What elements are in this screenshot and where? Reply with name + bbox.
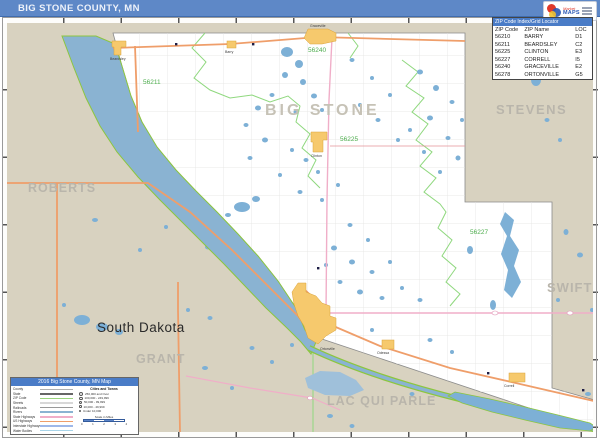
legend-cities-column: Cities and Towns 250,000 and Over 100,00… [75, 387, 133, 433]
grid-ruler-right [593, 23, 598, 432]
zip-table-row: 56278 ORTONVILLE G5 [493, 72, 592, 80]
legend-symbols-column: County State ZIP Code Streets Railroads … [13, 387, 75, 433]
title-bar: BIG STONE COUNTY, MN [0, 0, 600, 17]
zip-table-row: 56211 BEARDSLEY C2 [493, 42, 592, 50]
legend-swatch [40, 421, 73, 423]
legend-swatch [40, 402, 73, 404]
town-correll [509, 373, 525, 382]
town-graceville [304, 29, 336, 44]
town-odessa [382, 340, 394, 349]
legend-swatch [40, 389, 73, 391]
zip-table-header: ZIP Code Index/Grid Locator [493, 18, 592, 26]
logo-tagline-lines [582, 7, 592, 15]
scale-bar: Scale in Miles 0 1 2 3 4 [75, 415, 133, 426]
zip-index-table: ZIP Code Index/Grid Locator ZIP Code ZIP… [492, 17, 593, 80]
legend-swatch [40, 398, 73, 400]
page-title: BIG STONE COUNTY, MN [0, 3, 140, 14]
legend-swatch [40, 416, 73, 418]
grid-ruler-left [2, 23, 7, 432]
city-dot-icon [79, 405, 82, 408]
legend-swatch [40, 430, 73, 432]
legend-item: Water Bodies [13, 428, 75, 433]
logo-text: Market MAPS [563, 7, 580, 15]
zip-table-row: 56210 BARRY D1 [493, 34, 592, 42]
map-poster: BIG STONE COUNTY, MN Market MAPS ZIP Cod… [0, 0, 600, 440]
zip-table-row: 56240 GRACEVILLE E2 [493, 64, 592, 72]
legend-swatch [40, 407, 73, 409]
scale-bar-ticks: 0 1 2 3 4 [81, 422, 127, 426]
city-dot-icon [79, 401, 82, 404]
zip-table-row: 56225 CLINTON E3 [493, 49, 592, 57]
legend-city-size: Under 10,000 [75, 409, 133, 413]
legend-swatch [40, 425, 73, 427]
zip-table-columns: ZIP Code ZIP Name LOC [493, 26, 592, 34]
legend-swatch [40, 393, 73, 395]
legend-box: 2016 Big Stone County, MN Map County Sta… [10, 377, 139, 435]
zip-table-row: 56227 CORRELL I5 [493, 57, 592, 65]
city-dot-icon [79, 410, 81, 412]
legend-swatch [40, 411, 73, 413]
legend-title: 2016 Big Stone County, MN Map [11, 378, 138, 386]
town-barry [227, 41, 236, 48]
